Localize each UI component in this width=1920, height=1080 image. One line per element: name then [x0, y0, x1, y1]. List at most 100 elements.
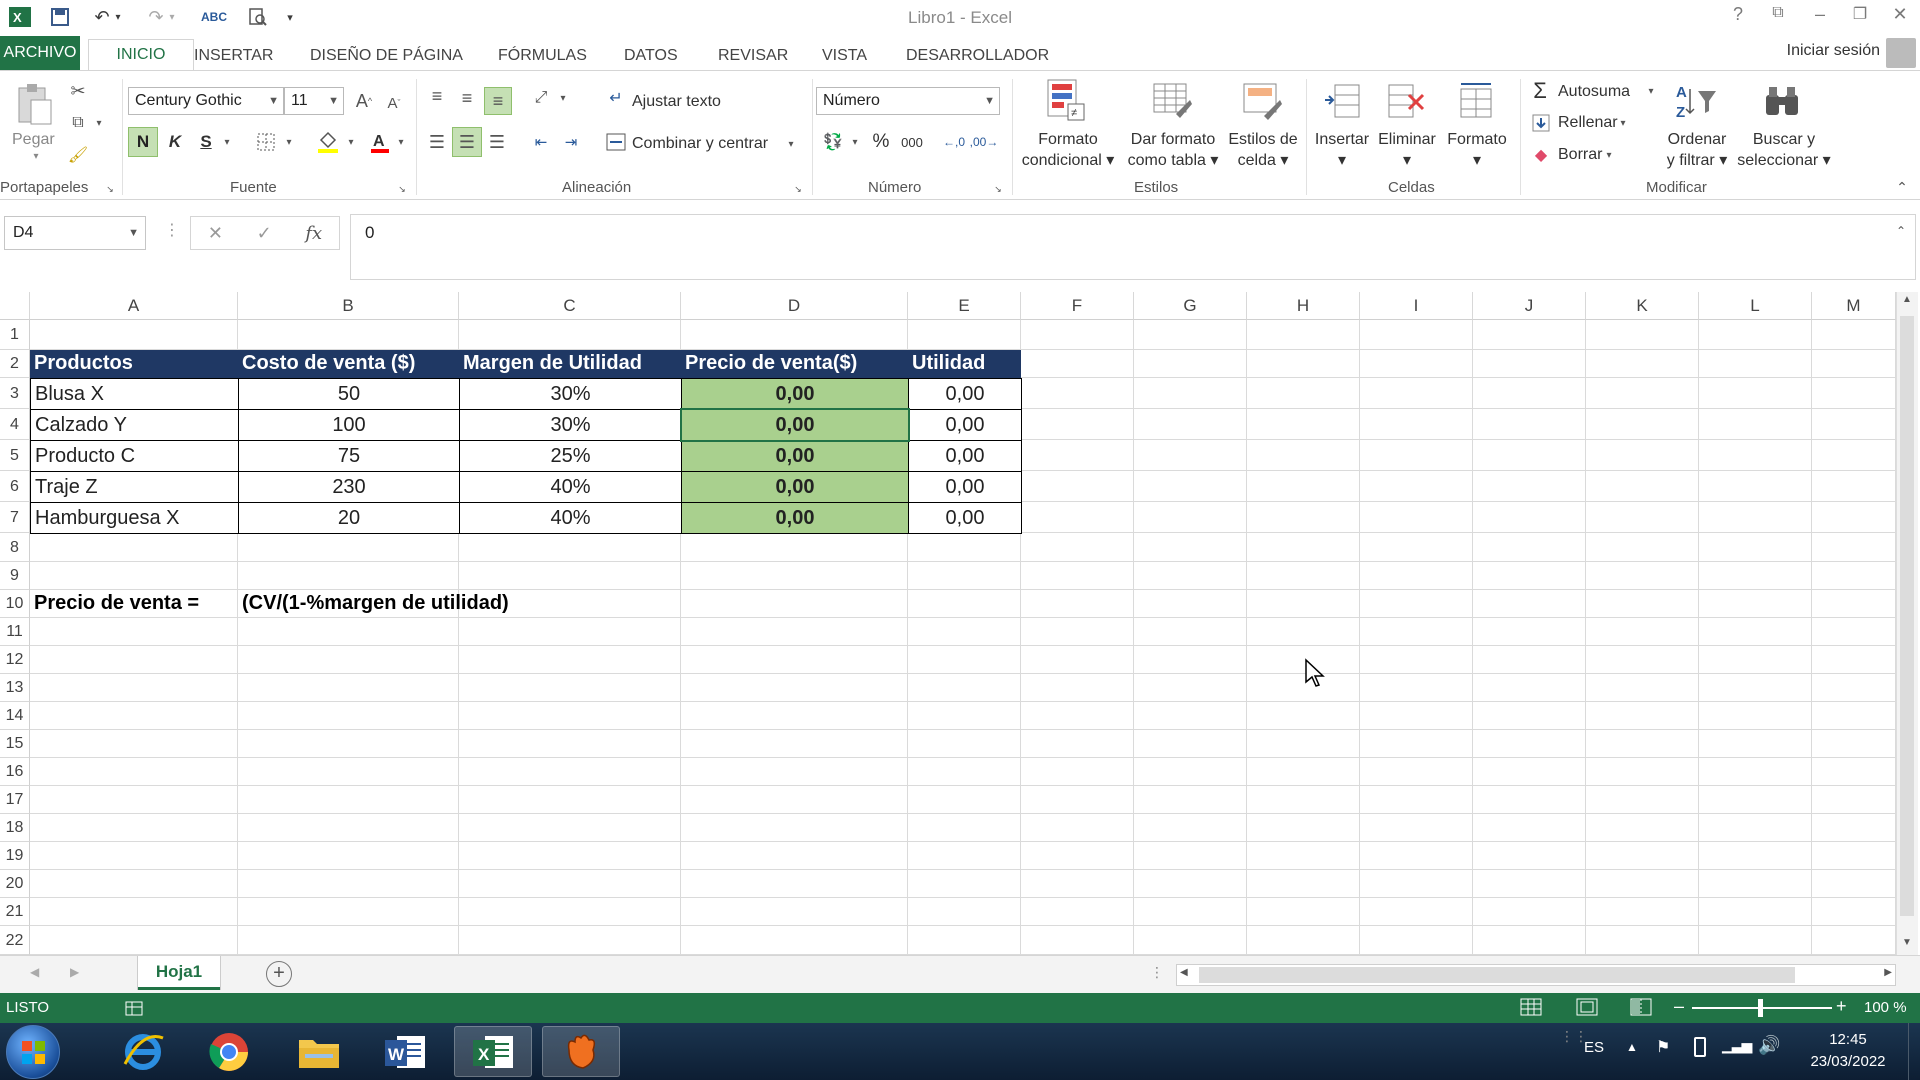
note-label-cell[interactable]: Precio de venta = — [30, 590, 238, 618]
autosum-dropdown-icon[interactable]: ▾ — [1644, 79, 1658, 103]
avatar[interactable] — [1886, 38, 1916, 68]
row-header-19[interactable]: 19 — [0, 842, 30, 870]
table-cell[interactable]: 230 — [238, 471, 460, 503]
delete-cells-button[interactable]: Eliminar ▾ — [1372, 129, 1442, 171]
help-button[interactable]: ? — [1722, 4, 1754, 25]
word-icon[interactable]: W — [366, 1026, 444, 1077]
column-header-h[interactable]: H — [1247, 292, 1360, 320]
clipboard-launcher-icon[interactable]: ↘ — [104, 183, 116, 195]
note-formula-cell[interactable]: (CV/(1-%margen de utilidad) — [238, 590, 738, 618]
number-format-combo[interactable]: Número ▼ — [816, 87, 1000, 115]
table-cell[interactable]: 0,00 — [681, 409, 909, 441]
decrease-decimal-icon[interactable]: ,00→ — [970, 127, 999, 157]
clear-dropdown-icon[interactable]: ▾ — [1602, 143, 1616, 167]
clear-button[interactable]: Borrar — [1558, 146, 1602, 164]
percent-style-button[interactable]: % — [868, 127, 894, 157]
insert-cells-button[interactable]: Insertar ▾ — [1310, 129, 1374, 171]
column-header-i[interactable]: I — [1360, 292, 1473, 320]
language-indicator[interactable]: ES — [1584, 1039, 1604, 1056]
row-header-8[interactable]: 8 — [0, 533, 30, 562]
table-cell[interactable]: 20 — [238, 502, 460, 534]
tab-vista[interactable]: VISTA — [820, 41, 869, 70]
merge-dropdown-icon[interactable]: ▾ — [784, 131, 798, 157]
excel-taskbar-icon[interactable]: X — [454, 1026, 532, 1077]
cancel-entry-button[interactable]: ✕ — [208, 223, 223, 244]
table-cell[interactable]: 25% — [459, 440, 682, 472]
table-cell[interactable]: 0,00 — [908, 378, 1022, 410]
decrease-indent-icon[interactable]: ⇤ — [528, 129, 554, 155]
align-middle-icon[interactable]: ≡ — [454, 85, 480, 111]
orientation-icon[interactable]: ⤢ — [528, 85, 554, 111]
column-header-l[interactable]: L — [1699, 292, 1812, 320]
wrap-text-button[interactable]: Ajustar texto — [632, 93, 721, 111]
page-break-view-icon[interactable] — [1630, 997, 1654, 1019]
row-header-10[interactable]: 10 — [0, 590, 30, 618]
start-button[interactable] — [6, 1025, 60, 1079]
format-painter-icon[interactable]: 🖌 — [66, 143, 90, 167]
format-as-table-button[interactable]: Dar formato como tabla ▾ — [1122, 129, 1224, 171]
underline-button[interactable]: S — [194, 127, 218, 157]
page-layout-view-icon[interactable] — [1576, 997, 1600, 1019]
paste-dropdown-icon[interactable]: ▾ — [28, 151, 44, 162]
column-header-d[interactable]: D — [681, 292, 908, 320]
table-cell[interactable]: 0,00 — [681, 440, 909, 472]
row-header-18[interactable]: 18 — [0, 814, 30, 842]
tab-diseno-de-pagina[interactable]: DISEÑO DE PÁGINA — [308, 41, 465, 70]
tab-formulas[interactable]: FÓRMULAS — [496, 41, 589, 70]
row-header-7[interactable]: 7 — [0, 502, 30, 533]
internet-explorer-icon[interactable] — [104, 1026, 182, 1077]
row-header-3[interactable]: 3 — [0, 378, 30, 409]
table-header-cell[interactable]: Costo de venta ($) — [238, 350, 459, 378]
row-header-20[interactable]: 20 — [0, 870, 30, 898]
table-cell[interactable]: 0,00 — [908, 502, 1022, 534]
number-launcher-icon[interactable]: ↘ — [992, 183, 1004, 195]
vertical-scroll-thumb[interactable] — [1900, 316, 1914, 916]
show-hidden-icons[interactable]: ▲ — [1626, 1040, 1638, 1054]
row-header-21[interactable]: 21 — [0, 898, 30, 926]
screen-recorder-icon[interactable] — [542, 1026, 620, 1077]
row-header-13[interactable]: 13 — [0, 674, 30, 702]
name-box[interactable]: D4 ▼ — [4, 216, 146, 250]
merge-center-button[interactable]: Combinar y centrar — [632, 135, 768, 153]
cut-icon[interactable]: ✂ — [66, 79, 90, 103]
comma-style-button[interactable]: 000 — [898, 127, 926, 157]
tab-revisar[interactable]: REVISAR — [716, 41, 790, 70]
table-cell[interactable]: 0,00 — [681, 378, 909, 410]
split-handle-icon[interactable]: ⋮ — [1150, 964, 1164, 981]
table-cell[interactable]: 100 — [238, 409, 460, 441]
more-options-icon[interactable]: ⋮ — [164, 220, 180, 240]
align-bottom-icon[interactable]: ≡ — [484, 87, 512, 115]
column-header-a[interactable]: A — [30, 292, 238, 320]
action-center-flag-icon[interactable]: ⚑ — [1656, 1037, 1670, 1057]
italic-button[interactable]: K — [162, 127, 188, 157]
chrome-icon[interactable] — [190, 1026, 268, 1077]
table-cell[interactable]: 0,00 — [908, 440, 1022, 472]
conditional-format-button[interactable]: Formato condicional ▾ — [1016, 129, 1120, 171]
formula-input[interactable]: 0 — [350, 214, 1916, 280]
network-signal-icon[interactable]: ▁▃▅ — [1722, 1037, 1752, 1054]
font-color-dropdown-icon[interactable]: ▾ — [394, 127, 408, 157]
table-header-cell[interactable]: Utilidad — [908, 350, 1021, 378]
row-header-9[interactable]: 9 — [0, 562, 30, 590]
copy-dropdown-icon[interactable]: ▾ — [92, 111, 106, 135]
font-color-icon[interactable]: A — [366, 127, 394, 157]
restore-button[interactable]: ❐ — [1844, 4, 1876, 24]
autosum-button[interactable]: Autosuma — [1558, 83, 1630, 101]
close-button[interactable]: ✕ — [1884, 4, 1916, 25]
table-cell[interactable]: 0,00 — [681, 502, 909, 534]
minimize-button[interactable]: – — [1804, 4, 1836, 25]
align-left-icon[interactable]: ☰ — [424, 129, 450, 155]
zoom-out-button[interactable]: – — [1674, 996, 1684, 1017]
fill-color-dropdown-icon[interactable]: ▾ — [344, 127, 358, 157]
increase-indent-icon[interactable]: ⇥ — [558, 129, 584, 155]
row-header-5[interactable]: 5 — [0, 440, 30, 471]
tab-desarrollador[interactable]: DESARROLLADOR — [904, 41, 1051, 70]
table-cell[interactable]: 0,00 — [908, 471, 1022, 503]
tab-insertar[interactable]: INSERTAR — [192, 41, 275, 70]
row-header-11[interactable]: 11 — [0, 618, 30, 646]
table-cell[interactable]: Traje Z — [30, 471, 239, 503]
table-cell[interactable]: Calzado Y — [30, 409, 239, 441]
column-header-b[interactable]: B — [238, 292, 459, 320]
tab-datos[interactable]: DATOS — [622, 41, 680, 70]
fill-button[interactable]: Rellenar — [1558, 114, 1618, 132]
